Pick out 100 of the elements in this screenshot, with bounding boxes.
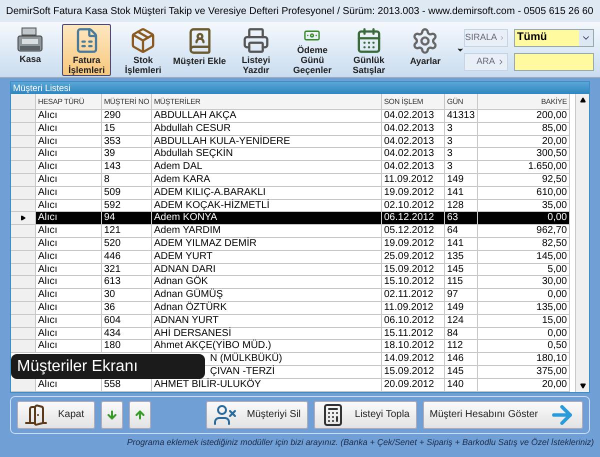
- table-cell: 3: [445, 148, 478, 162]
- table-cell: 20.09.2012: [382, 378, 445, 392]
- action-button[interactable]: Müşteri Hesabını Göster: [422, 400, 583, 429]
- table-cell: 145: [445, 366, 478, 379]
- table-cell: 5,00: [478, 264, 570, 276]
- table-cell: 63: [445, 212, 478, 226]
- toolbar-button[interactable]: Listeyi Yazdır: [232, 24, 280, 76]
- table-cell: 1.650,00: [478, 161, 570, 174]
- table-cell: 290: [102, 110, 152, 123]
- table-cell: ADNAN DARI: [152, 264, 382, 276]
- table-cell: Alıcı: [36, 340, 102, 354]
- table-cell: 180: [102, 340, 152, 354]
- table-cell: 520: [102, 238, 152, 251]
- table-cell: 140: [445, 378, 478, 392]
- action-button[interactable]: Listeyi Topla: [314, 400, 417, 429]
- sort-dropdown[interactable]: Tümü: [514, 28, 594, 46]
- table-cell: Abdullah SEÇKİN: [152, 148, 382, 162]
- table-cell: 02.11.2012: [382, 289, 445, 302]
- table-cell: 115: [445, 276, 478, 290]
- table-cell: Adem YARDIM: [152, 225, 382, 238]
- table-cell: 321: [102, 264, 152, 276]
- table-cell: 94: [102, 212, 152, 226]
- table-cell: Alıcı: [36, 302, 102, 315]
- table-cell: 19.09.2012: [382, 186, 445, 200]
- door-icon: [24, 402, 48, 427]
- list-title: Müşteri Listesi: [11, 82, 589, 94]
- table-cell: 121: [102, 225, 152, 238]
- table-cell: 64: [445, 225, 478, 238]
- table-cell: ADEM YURT: [152, 250, 382, 264]
- table-cell: Alıcı: [36, 212, 102, 226]
- cash-register-icon: [16, 26, 44, 52]
- remove-user-icon: [212, 402, 237, 427]
- action-button[interactable]: Müşteriyi Sil: [206, 400, 308, 429]
- table-cell: 124: [445, 314, 478, 328]
- table-cell: Alıcı: [36, 328, 102, 340]
- table-cell: 19.09.2012: [382, 238, 445, 251]
- box-icon: [129, 26, 158, 54]
- table-cell: Alıcı: [36, 161, 102, 174]
- scroll-up-icon[interactable]: [580, 97, 586, 103]
- toolbar-button[interactable]: Kasa: [6, 24, 54, 76]
- table-cell: 06.10.2012: [382, 314, 445, 328]
- toolbar-button[interactable]: Günlük Satışlar: [344, 24, 394, 76]
- table-cell: 610,00: [478, 186, 570, 200]
- table-cell: 446: [102, 250, 152, 264]
- table-cell: 11.09.2012: [382, 302, 445, 315]
- table-cell: Alıcı: [36, 174, 102, 187]
- table-cell: 8: [102, 174, 152, 187]
- table-cell: 135: [445, 250, 478, 264]
- table-cell: ABDULLAH KULA-YENİDERE: [152, 136, 382, 148]
- table-cell: Alıcı: [36, 250, 102, 264]
- table-cell: ABDULLAH AKÇA: [152, 110, 382, 123]
- table-cell: 0,00: [478, 212, 570, 226]
- table-cell: 141: [445, 238, 478, 251]
- move-down-button[interactable]: [101, 400, 123, 429]
- table-cell: 375,00: [478, 366, 570, 379]
- table-cell: Adnan GÜMÜŞ: [152, 289, 382, 302]
- table-cell: Adem DAL: [152, 161, 382, 174]
- search-button[interactable]: ARA: [464, 52, 508, 70]
- scroll-down-icon[interactable]: [580, 382, 586, 389]
- table-cell: ADNAN YURT: [152, 314, 382, 328]
- table-cell: Alıcı: [36, 289, 102, 302]
- table-cell: AHİ DERSANESİ: [152, 328, 382, 340]
- toolbar-button[interactable]: Müşteri Ekle: [175, 24, 224, 76]
- table-cell: 97: [445, 289, 478, 302]
- table-cell: 141: [445, 186, 478, 200]
- table-cell: 180,10: [478, 353, 570, 366]
- table-cell: 135,00: [478, 302, 570, 315]
- toolbar-button[interactable]: Fatura İşlemleri: [62, 24, 111, 76]
- table-cell: 20,00: [478, 136, 570, 148]
- table-cell: Ahmet AKÇE(YİBO MÜD.): [152, 340, 382, 354]
- table-cell: 149: [445, 174, 478, 187]
- table-cell: Alıcı: [36, 136, 102, 148]
- sort-button[interactable]: SIRALA: [464, 28, 508, 46]
- settings-icon: [411, 26, 440, 54]
- current-row-icon: [20, 215, 26, 222]
- table-cell: 04.02.2013: [382, 136, 445, 148]
- table-cell: Alıcı: [36, 122, 102, 136]
- table-cell: 15.09.2012: [382, 366, 445, 379]
- table-cell: 15.09.2012: [382, 264, 445, 276]
- table-cell: 3: [445, 122, 478, 136]
- table-cell: Alıcı: [36, 314, 102, 328]
- table-cell: 06.12.2012: [382, 212, 445, 226]
- move-up-button[interactable]: [129, 400, 151, 429]
- calendar-icon: [354, 26, 383, 54]
- printer-icon: [242, 26, 270, 54]
- table-cell: 0,00: [478, 289, 570, 302]
- table-cell: 149: [445, 302, 478, 315]
- table-cell: 18.10.2012: [382, 340, 445, 354]
- table-cell: 509: [102, 186, 152, 200]
- toolbar-button[interactable]: Ayarlar: [401, 24, 450, 76]
- table-cell: 200,00: [478, 110, 570, 123]
- row-header[interactable]: [11, 378, 36, 392]
- table-cell: 613: [102, 276, 152, 290]
- toolbar-button[interactable]: Stok İşlemleri: [118, 24, 168, 76]
- row-header[interactable]: [11, 212, 36, 226]
- action-button[interactable]: Kapat: [17, 400, 95, 429]
- toolbar-button[interactable]: Ödeme Günü Geçenler: [288, 24, 337, 76]
- search-field[interactable]: [514, 52, 594, 70]
- scrollbar[interactable]: [575, 94, 589, 392]
- table-cell: Alıcı: [36, 148, 102, 162]
